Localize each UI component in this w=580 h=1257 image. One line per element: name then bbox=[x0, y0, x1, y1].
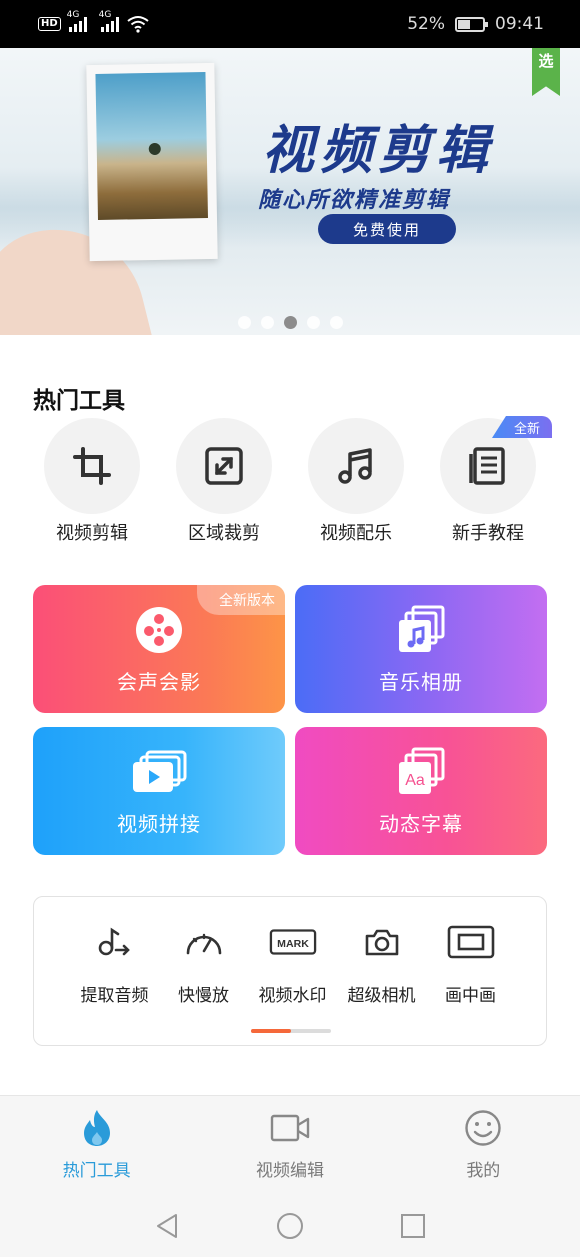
status-right: 52% 09:41 bbox=[407, 14, 544, 34]
flame-icon bbox=[76, 1108, 118, 1148]
hot-tool-icon-bg bbox=[308, 418, 404, 514]
hot-tool-icon-bg bbox=[44, 418, 140, 514]
svg-text:Aa: Aa bbox=[405, 772, 425, 789]
carousel-dot[interactable] bbox=[329, 316, 343, 329]
audio-extract-icon bbox=[91, 921, 139, 963]
hot-tool-video-edit[interactable]: 视频剪辑 bbox=[28, 418, 156, 545]
tool-label: 视频水印 bbox=[258, 986, 327, 1006]
video-stack-icon bbox=[131, 746, 187, 798]
feature-card-huishenghuiying[interactable]: 全新版本 会声会影 bbox=[33, 585, 285, 713]
tool-picture-in-picture[interactable]: 画中画 bbox=[426, 921, 515, 1006]
tab-video-edit[interactable]: 视频编辑 bbox=[193, 1096, 386, 1192]
bottom-nav: 热门工具 视频编辑 我的 bbox=[0, 1095, 580, 1257]
carousel-dot[interactable] bbox=[237, 316, 251, 329]
tab-hot-tools[interactable]: 热门工具 bbox=[0, 1096, 193, 1192]
status-left: HD 4G 4G bbox=[38, 10, 149, 33]
tool-speed[interactable]: 快慢放 bbox=[159, 921, 248, 1006]
section-title-hot-tools: 热门工具 bbox=[33, 388, 125, 414]
video-camera-icon bbox=[269, 1108, 311, 1148]
signal-2-network-label: 4G bbox=[98, 10, 112, 20]
crop-icon bbox=[73, 447, 111, 485]
bottom-nav-tabs: 热门工具 视频编辑 我的 bbox=[0, 1096, 580, 1192]
banner-cta-button[interactable]: 免费使用 bbox=[318, 214, 456, 244]
banner-carousel[interactable]: 视频剪辑 随心所欲精准剪辑 免费使用 选 bbox=[0, 48, 580, 335]
card-badge-new-version: 全新版本 bbox=[197, 585, 285, 615]
resize-icon bbox=[205, 447, 243, 485]
tool-label: 提取音频 bbox=[80, 986, 149, 1006]
home-icon[interactable] bbox=[276, 1212, 304, 1240]
tools-scroll-indicator bbox=[251, 1029, 331, 1033]
feature-card-label: 会声会影 bbox=[117, 669, 201, 694]
music-note-icon bbox=[338, 448, 372, 484]
tool-label: 超级相机 bbox=[347, 986, 416, 1006]
tools-scroll-thumb bbox=[251, 1029, 291, 1033]
recents-icon[interactable] bbox=[400, 1213, 426, 1239]
more-tools-row: 提取音频 快慢放 MARK 视频水印 超级相机 画中画 bbox=[70, 921, 515, 1006]
tab-label: 我的 bbox=[466, 1161, 501, 1181]
smiley-icon bbox=[462, 1108, 504, 1148]
tab-label: 视频编辑 bbox=[255, 1161, 324, 1181]
hot-tool-video-music[interactable]: 视频配乐 bbox=[292, 418, 420, 545]
system-navigation-bar bbox=[0, 1206, 580, 1246]
more-tools-panel[interactable]: 提取音频 快慢放 MARK 视频水印 超级相机 画中画 bbox=[33, 896, 547, 1046]
tool-super-camera[interactable]: 超级相机 bbox=[337, 921, 426, 1006]
carousel-dot[interactable] bbox=[306, 316, 320, 329]
tab-mine[interactable]: 我的 bbox=[387, 1096, 580, 1192]
feature-card-dynamic-subtitle[interactable]: Aa 动态字幕 bbox=[295, 727, 547, 855]
picture-in-picture-icon bbox=[447, 921, 495, 963]
camera-icon bbox=[358, 921, 406, 963]
signal-1-icon: 4G bbox=[67, 10, 87, 32]
carousel-indicator bbox=[0, 316, 580, 329]
subtitle-aa-icon: Aa bbox=[393, 746, 449, 798]
watermark-icon: MARK bbox=[269, 921, 317, 963]
carousel-dot[interactable] bbox=[283, 316, 297, 329]
banner-subtitle: 随心所欲精准剪辑 bbox=[258, 188, 451, 213]
back-icon[interactable] bbox=[154, 1212, 180, 1240]
hot-tool-label: 新手教程 bbox=[452, 523, 524, 544]
battery-percent: 52% bbox=[407, 14, 445, 34]
feature-card-label: 音乐相册 bbox=[379, 669, 463, 694]
hd-call-icon: HD bbox=[38, 17, 61, 31]
feature-card-label: 视频拼接 bbox=[117, 811, 201, 836]
status-bar: HD 4G 4G 52% 09:41 bbox=[0, 0, 580, 48]
tool-extract-audio[interactable]: 提取音频 bbox=[70, 921, 159, 1006]
feature-card-video-merge[interactable]: 视频拼接 bbox=[33, 727, 285, 855]
hot-tool-icon-bg bbox=[176, 418, 272, 514]
document-icon bbox=[469, 447, 505, 485]
watermark-icon-text: MARK bbox=[277, 938, 309, 950]
speedometer-icon bbox=[180, 921, 228, 963]
hot-tool-tutorial[interactable]: 新手教程 全新 bbox=[424, 416, 552, 545]
tool-label: 快慢放 bbox=[178, 986, 229, 1006]
status-time: 09:41 bbox=[495, 14, 544, 34]
signal-2-icon: 4G bbox=[99, 10, 119, 32]
tab-label: 热门工具 bbox=[62, 1161, 131, 1181]
tool-watermark[interactable]: MARK 视频水印 bbox=[248, 921, 337, 1006]
hot-tools-row: 视频剪辑 区域裁剪 视频配乐 新手教程 全新 bbox=[28, 416, 552, 545]
tool-label: 画中画 bbox=[445, 986, 496, 1006]
banner-corner-tag: 选 bbox=[532, 48, 560, 96]
music-album-icon bbox=[393, 604, 449, 656]
banner-polaroid-image bbox=[86, 62, 218, 262]
hot-tool-region-crop[interactable]: 区域裁剪 bbox=[160, 418, 288, 545]
banner-title: 视频剪辑 bbox=[262, 120, 495, 181]
wifi-icon bbox=[127, 16, 149, 33]
feature-card-music-album[interactable]: 音乐相册 bbox=[295, 585, 547, 713]
signal-1-network-label: 4G bbox=[66, 10, 80, 20]
battery-icon bbox=[455, 16, 488, 32]
carousel-dot[interactable] bbox=[260, 316, 274, 329]
film-reel-icon bbox=[131, 604, 187, 656]
hot-tool-label: 视频剪辑 bbox=[56, 523, 128, 544]
hot-tool-label: 视频配乐 bbox=[320, 523, 392, 544]
hot-tool-label: 区域裁剪 bbox=[188, 523, 260, 544]
feature-card-label: 动态字幕 bbox=[379, 811, 463, 836]
